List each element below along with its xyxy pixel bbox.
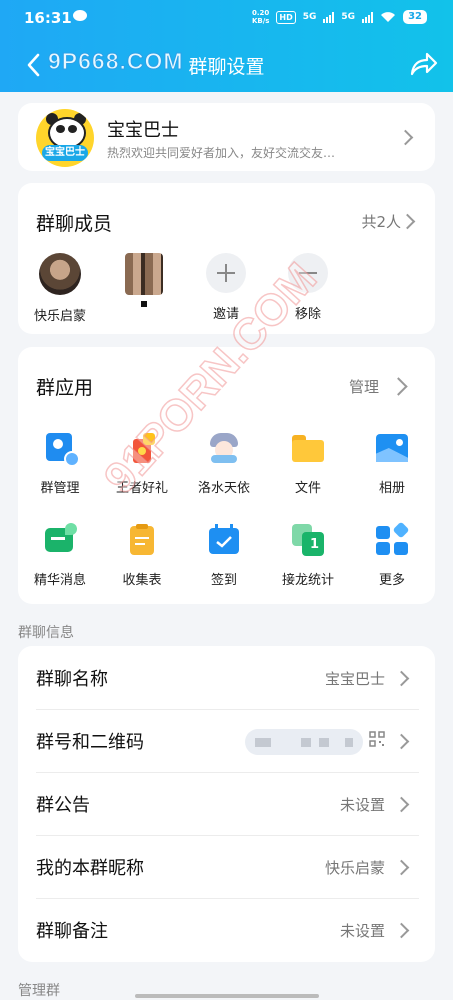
remove-label: 移除 [294, 307, 321, 322]
app-label: 文件 [294, 481, 321, 496]
group-profile-card[interactable]: 宝宝巴士 宝宝巴士 热烈欢迎共同爱好者加入，友好交流交友… [18, 103, 435, 171]
essence-message-icon [43, 523, 77, 557]
navigation-bar: 群聊设置 [0, 40, 453, 88]
members-card: 群聊成员 共2人 快乐启蒙 邀请 移除 [18, 183, 435, 334]
row-title: 群公告 [36, 795, 90, 816]
form-icon [125, 523, 159, 557]
member-item[interactable]: 快乐启蒙 [24, 253, 96, 324]
row-announcement[interactable]: 群公告 未设置 [36, 772, 419, 836]
chevron-right-icon [393, 796, 410, 813]
app-label: 群管理 [40, 481, 80, 496]
row-title: 我的本群昵称 [36, 858, 144, 879]
row-title: 群聊名称 [36, 669, 108, 690]
wifi-icon [381, 12, 396, 22]
folder-icon [291, 431, 325, 465]
qr-code-icon [369, 731, 385, 747]
chevron-right-icon [393, 922, 410, 939]
signal-icon [323, 11, 335, 23]
row-value: 未设置 [339, 922, 385, 940]
net-speed: 0.20 KB/s [251, 9, 270, 25]
app-label: 接龙统计 [281, 573, 334, 588]
app-label: 精华消息 [33, 573, 86, 588]
member-avatar-blurred [125, 253, 163, 295]
checkin-icon [207, 523, 241, 557]
chevron-right-icon [393, 670, 410, 687]
app-label: 签到 [210, 573, 237, 588]
row-value: 宝宝巴士 [324, 670, 385, 688]
network-5g-1: 5G [302, 12, 317, 22]
chevron-right-icon [389, 377, 408, 396]
chevron-right-icon [399, 213, 416, 230]
header-bar: 16:31 0.20 KB/s HD 5G 5G 32 群聊设置 [0, 0, 453, 92]
character-icon [207, 431, 241, 465]
row-group-number-qrcode[interactable]: 群号和二维码 [36, 709, 419, 773]
app-label: 收集表 [122, 573, 162, 588]
group-avatar[interactable]: 宝宝巴士 [36, 109, 94, 167]
apps-title: 群应用 [36, 377, 94, 399]
row-my-nickname[interactable]: 我的本群昵称 快乐启蒙 [36, 835, 419, 899]
status-bar: 16:31 0.20 KB/s HD 5G 5G 32 [0, 0, 453, 36]
members-count[interactable]: 共2人 [361, 211, 401, 232]
chevron-right-icon [397, 129, 414, 146]
wechat-notification-icon [73, 10, 87, 21]
invite-button[interactable]: 邀请 [190, 253, 262, 322]
app-gift[interactable]: 王者好礼 [102, 431, 182, 496]
group-info-card: 群聊名称 宝宝巴士 群号和二维码 群公告 未设置 我的本群昵称 快乐启蒙 群聊备… [18, 646, 435, 962]
chevron-right-icon [393, 859, 410, 876]
network-5g-2: 5G [341, 12, 356, 22]
chevron-right-icon [393, 733, 410, 750]
row-value: 快乐启蒙 [324, 859, 385, 877]
group-manage-icon [43, 431, 80, 467]
group-name: 宝宝巴士 [107, 120, 179, 141]
member-name: 快乐启蒙 [33, 309, 86, 324]
status-indicators: 0.20 KB/s HD 5G 5G 32 [252, 9, 427, 25]
row-group-name[interactable]: 群聊名称 宝宝巴士 [36, 646, 419, 710]
share-icon[interactable] [409, 50, 439, 78]
row-group-remark[interactable]: 群聊备注 未设置 [36, 898, 419, 961]
section-label-info: 群聊信息 [18, 625, 74, 641]
group-number-redacted [245, 729, 363, 755]
app-files[interactable]: 文件 [268, 431, 348, 496]
app-checkin[interactable]: 签到 [184, 523, 264, 588]
app-relay[interactable]: 1 接龙统计 [268, 523, 348, 588]
page-title: 群聊设置 [188, 56, 265, 78]
hd-badge: HD [276, 10, 296, 24]
home-indicator[interactable] [135, 994, 319, 998]
album-icon [375, 431, 409, 465]
more-grid-icon [375, 521, 410, 557]
remove-button[interactable]: 移除 [272, 253, 344, 322]
member-item[interactable] [108, 253, 180, 307]
app-form[interactable]: 收集表 [102, 523, 182, 588]
members-title: 群聊成员 [36, 213, 113, 235]
signal-icon-2 [362, 11, 374, 23]
row-title: 群号和二维码 [36, 732, 144, 753]
member-avatar [39, 253, 81, 295]
invite-label: 邀请 [212, 307, 239, 322]
app-essence[interactable]: 精华消息 [20, 523, 100, 588]
row-value: 未设置 [339, 796, 385, 814]
section-label-manage: 管理群 [18, 983, 60, 999]
battery-indicator: 32 [403, 10, 427, 24]
relay-icon: 1 [291, 523, 325, 557]
avatar-badge-text: 宝宝巴士 [42, 145, 88, 161]
gift-icon [125, 431, 159, 465]
app-label: 更多 [378, 573, 405, 588]
app-character[interactable]: 洛水天依 [184, 431, 264, 496]
minus-icon [288, 253, 328, 293]
row-title: 群聊备注 [36, 921, 108, 942]
group-description: 热烈欢迎共同爱好者加入，友好交流交友… [107, 146, 336, 160]
status-time: 16:31 [24, 9, 72, 27]
app-album[interactable]: 相册 [352, 431, 432, 496]
app-more[interactable]: 更多 [352, 521, 432, 588]
plus-icon [206, 253, 246, 293]
group-apps-card: 群应用 管理 群管理 王者好礼 洛水天依 文件 相册 精华消息 收集表 签到 1… [18, 347, 435, 604]
app-label: 王者好礼 [115, 481, 168, 496]
app-group-manage[interactable]: 群管理 [20, 431, 100, 496]
apps-manage[interactable]: 管理 [349, 376, 379, 397]
app-label: 洛水天依 [197, 481, 250, 496]
app-label: 相册 [378, 481, 405, 496]
